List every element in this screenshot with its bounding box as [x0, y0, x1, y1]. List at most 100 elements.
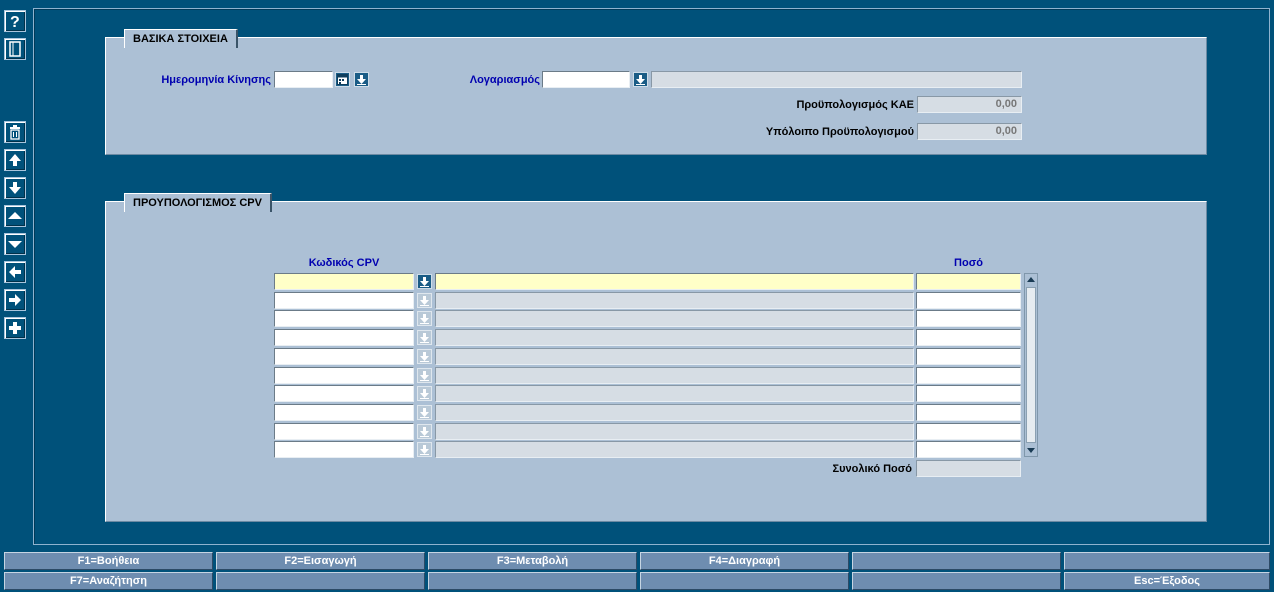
- cpv-description-field: [435, 310, 914, 327]
- cpv-code-field[interactable]: [274, 385, 414, 402]
- next-page-icon: [9, 294, 21, 306]
- next-record-button[interactable]: [4, 233, 26, 255]
- previous-page-button[interactable]: [4, 261, 26, 283]
- cpv-amount-field[interactable]: [916, 423, 1021, 440]
- fkey-f4-button[interactable]: F4=Διαγραφή: [640, 552, 849, 570]
- total-amount-field: [916, 460, 1021, 477]
- document-icon: [9, 41, 21, 57]
- cpv-amount-field[interactable]: [916, 348, 1021, 365]
- svg-text:?: ?: [10, 14, 20, 29]
- fkey-empty-button[interactable]: [428, 572, 637, 590]
- cpv-amount-field[interactable]: [916, 441, 1021, 458]
- last-record-button[interactable]: [4, 177, 26, 199]
- scroll-thumb[interactable]: [1026, 287, 1036, 443]
- cpv-code-field[interactable]: [274, 423, 414, 440]
- amount-column-header: Ποσό: [954, 257, 983, 269]
- cpv-code-field[interactable]: [274, 367, 414, 384]
- cpv-description-field: [435, 404, 914, 421]
- cpv-amount-field[interactable]: [916, 329, 1021, 346]
- cpv-code-field[interactable]: [274, 348, 414, 365]
- cpv-description-field: [435, 441, 914, 458]
- previous-record-button[interactable]: [4, 205, 26, 227]
- next-record-icon: [8, 241, 22, 248]
- account-field[interactable]: [542, 71, 630, 88]
- scroll-down-button[interactable]: [1025, 444, 1037, 456]
- down-arrow-icon: [636, 75, 645, 85]
- fkey-empty-button[interactable]: [852, 552, 1061, 570]
- basic-info-panel: [105, 37, 1207, 155]
- cpv-amount-field[interactable]: [916, 292, 1021, 309]
- remaining-budget-field: 0,00: [917, 123, 1022, 140]
- cpv-code-field[interactable]: [274, 310, 414, 327]
- date-lov-button[interactable]: [354, 72, 369, 87]
- scroll-down-icon: [1027, 448, 1035, 453]
- fkey-esc-button[interactable]: Esc=Έξοδος: [1064, 572, 1270, 590]
- cpv-lov-button[interactable]: [417, 405, 432, 420]
- cpv-amount-field[interactable]: [916, 404, 1021, 421]
- basic-info-title: ΒΑΣΙΚΑ ΣΤΟΙΧΕΙΑ: [124, 29, 238, 48]
- fkey-f3-button[interactable]: F3=Μεταβολή: [428, 552, 637, 570]
- cpv-description-field: [435, 292, 914, 309]
- fkey-f2-button[interactable]: F2=Εισαγωγή: [216, 552, 425, 570]
- cpv-description-field: [435, 329, 914, 346]
- cpv-amount-field[interactable]: [916, 367, 1021, 384]
- down-arrow-icon: [420, 333, 429, 343]
- first-record-button[interactable]: [4, 149, 26, 171]
- fkey-f1-button[interactable]: F1=Βοήθεια: [4, 552, 213, 570]
- cpv-scrollbar[interactable]: [1024, 273, 1038, 457]
- cpv-lov-button[interactable]: [417, 349, 432, 364]
- total-amount-label: Συνολικό Ποσό: [832, 463, 912, 475]
- add-record-button[interactable]: [4, 317, 26, 339]
- date-label: Ημερομηνία Κίνησης: [161, 74, 271, 86]
- cpv-amount-field[interactable]: [916, 273, 1021, 290]
- cpv-lov-button[interactable]: [417, 293, 432, 308]
- cpv-description-field: [435, 273, 914, 290]
- cpv-description-field: [435, 367, 914, 384]
- previous-page-icon: [9, 266, 21, 278]
- fkey-empty-button[interactable]: [216, 572, 425, 590]
- calendar-button[interactable]: [335, 72, 350, 87]
- cpv-code-field[interactable]: [274, 441, 414, 458]
- last-record-icon: [9, 182, 21, 194]
- account-lov-button[interactable]: [633, 72, 648, 87]
- scroll-up-button[interactable]: [1025, 274, 1037, 286]
- down-arrow-icon: [420, 389, 429, 399]
- cpv-code-field[interactable]: [274, 292, 414, 309]
- trash-icon: [10, 125, 20, 140]
- budget-kae-label: Προϋπολογισμός ΚΑΕ: [796, 99, 914, 111]
- fkey-empty-button[interactable]: [640, 572, 849, 590]
- delete-record-button[interactable]: [4, 121, 26, 143]
- down-arrow-icon: [420, 314, 429, 324]
- cpv-lov-button[interactable]: [417, 368, 432, 383]
- cpv-lov-button[interactable]: [417, 330, 432, 345]
- down-arrow-icon: [357, 75, 366, 85]
- cpv-lov-button[interactable]: [417, 386, 432, 401]
- down-arrow-icon: [420, 296, 429, 306]
- fkey-empty-button[interactable]: [852, 572, 1061, 590]
- first-record-icon: [9, 154, 21, 166]
- cpv-lov-button[interactable]: [417, 311, 432, 326]
- notes-button[interactable]: [4, 38, 26, 60]
- down-arrow-icon: [420, 427, 429, 437]
- next-page-button[interactable]: [4, 289, 26, 311]
- cpv-amount-field[interactable]: [916, 310, 1021, 327]
- cpv-code-field[interactable]: [274, 404, 414, 421]
- help-button[interactable]: ?: [4, 10, 26, 32]
- cpv-lov-button[interactable]: [417, 442, 432, 457]
- cpv-amount-field[interactable]: [916, 385, 1021, 402]
- cpv-code-field[interactable]: [274, 329, 414, 346]
- date-field[interactable]: [274, 71, 333, 88]
- remaining-budget-label: Υπόλοιπο Προϋπολογισμού: [765, 126, 914, 138]
- down-arrow-icon: [420, 371, 429, 381]
- add-icon: [9, 322, 21, 334]
- account-label: Λογαριασμός: [469, 74, 540, 86]
- cpv-description-field: [435, 423, 914, 440]
- cpv-description-field: [435, 385, 914, 402]
- cpv-description-field: [435, 348, 914, 365]
- cpv-budget-title: ΠΡΟΥΠΟΛΟΓΙΣΜΟΣ CPV: [124, 193, 272, 212]
- cpv-code-field[interactable]: [274, 273, 414, 290]
- fkey-empty-button[interactable]: [1064, 552, 1270, 570]
- cpv-lov-button[interactable]: [417, 424, 432, 439]
- cpv-lov-button[interactable]: [417, 274, 432, 289]
- fkey-f7-button[interactable]: F7=Αναζήτηση: [4, 572, 213, 590]
